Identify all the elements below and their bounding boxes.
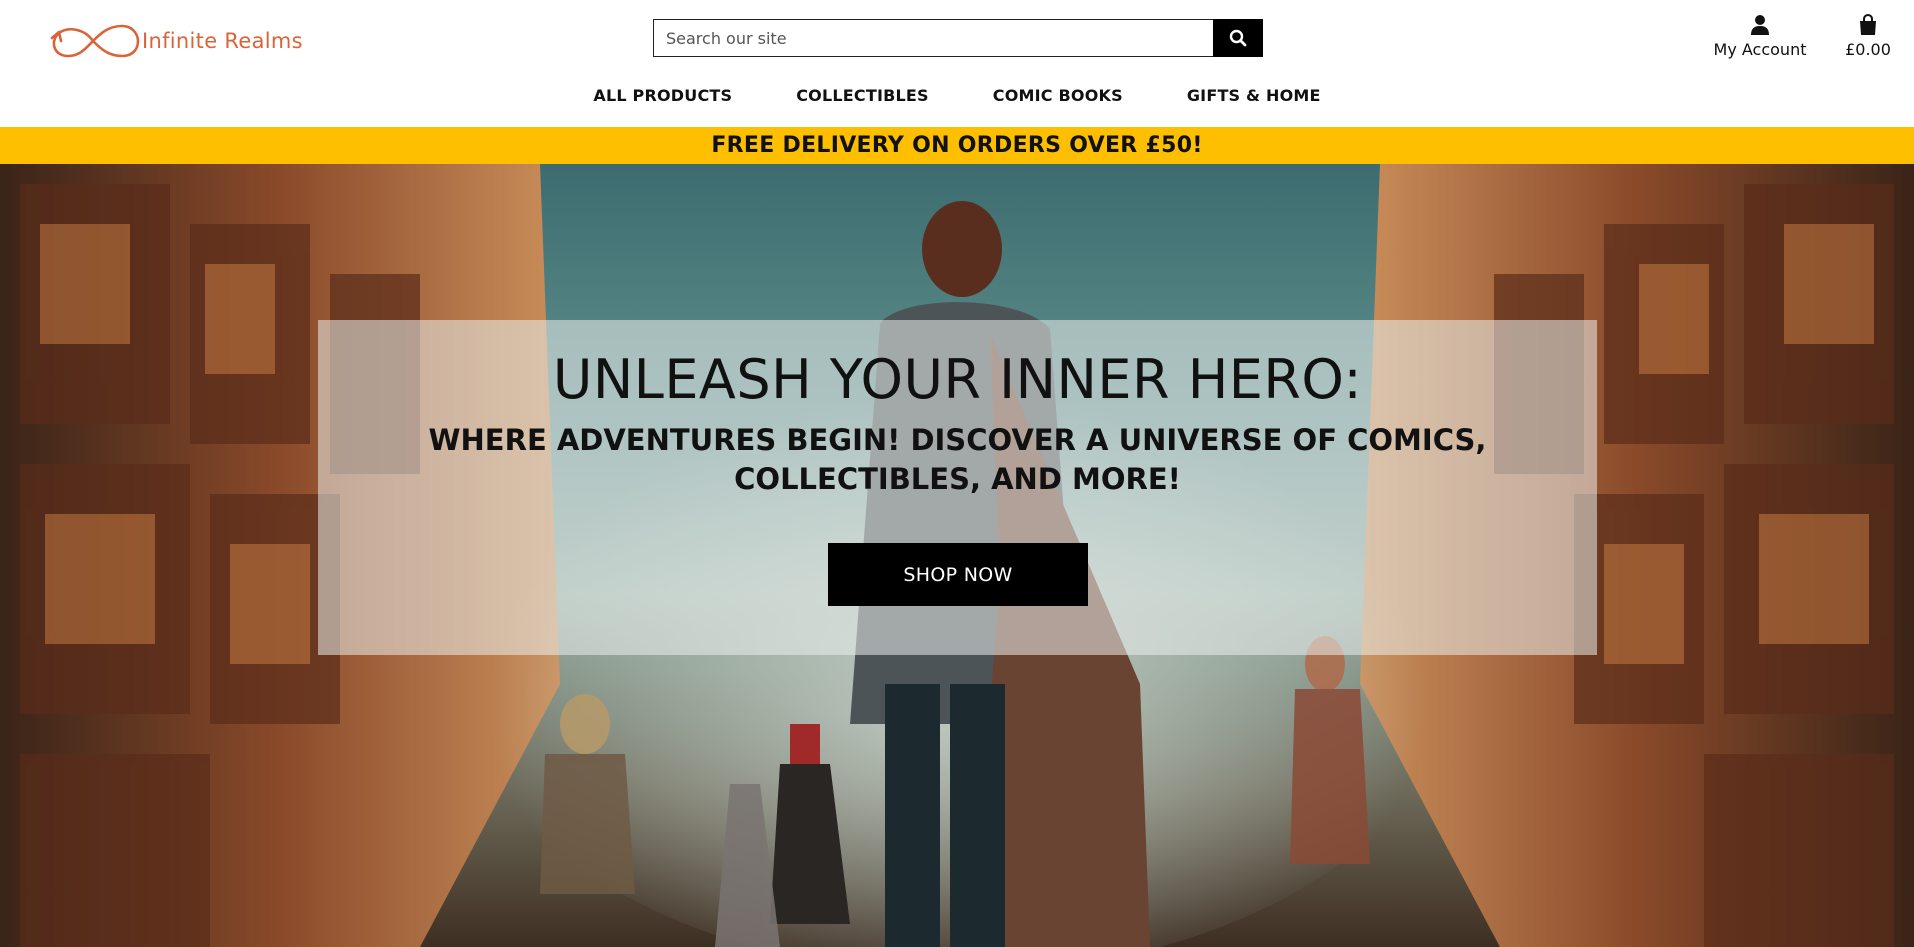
my-account-label: My Account (1713, 40, 1807, 59)
nav-item-all-products[interactable]: ALL PRODUCTS (561, 86, 764, 105)
hero-subtitle: WHERE ADVENTURES BEGIN! DISCOVER A UNIVE… (428, 423, 1487, 496)
user-icon (1751, 15, 1769, 35)
nav-item-collectibles[interactable]: COLLECTIBLES (764, 86, 961, 105)
main-nav: ALL PRODUCTS COLLECTIBLES COMIC BOOKS GI… (0, 86, 1914, 105)
hero-text-panel: UNLEASH YOUR INNER HERO: WHERE ADVENTURE… (318, 320, 1597, 655)
brand-name: Infinite Realms (142, 29, 303, 53)
nav-item-comic-books[interactable]: COMIC BOOKS (961, 86, 1155, 105)
hero-section: UNLEASH YOUR INNER HERO: WHERE ADVENTURE… (0, 164, 1914, 947)
basket-link[interactable]: £0.00 (1840, 14, 1896, 59)
promo-text: FREE DELIVERY ON ORDERS OVER £50! (711, 133, 1203, 158)
my-account-link[interactable]: My Account (1712, 14, 1808, 59)
infinity-arrow-icon (50, 24, 140, 58)
search-input[interactable] (653, 19, 1213, 57)
search-button[interactable] (1213, 19, 1263, 57)
basket-total: £0.00 (1845, 40, 1891, 59)
shopping-bag-icon (1860, 14, 1876, 35)
site-header: Infinite Realms My Account £0.00 ALL PRO… (0, 0, 1914, 127)
nav-item-gifts-home[interactable]: GIFTS & HOME (1155, 86, 1353, 105)
hero-title: UNLEASH YOUR INNER HERO: (552, 348, 1363, 411)
brand-logo-link[interactable]: Infinite Realms (46, 20, 303, 62)
promo-banner: FREE DELIVERY ON ORDERS OVER £50! (0, 127, 1914, 164)
search-icon (1229, 29, 1247, 47)
search-form (653, 19, 1263, 57)
shop-now-button[interactable]: SHOP NOW (828, 543, 1088, 606)
